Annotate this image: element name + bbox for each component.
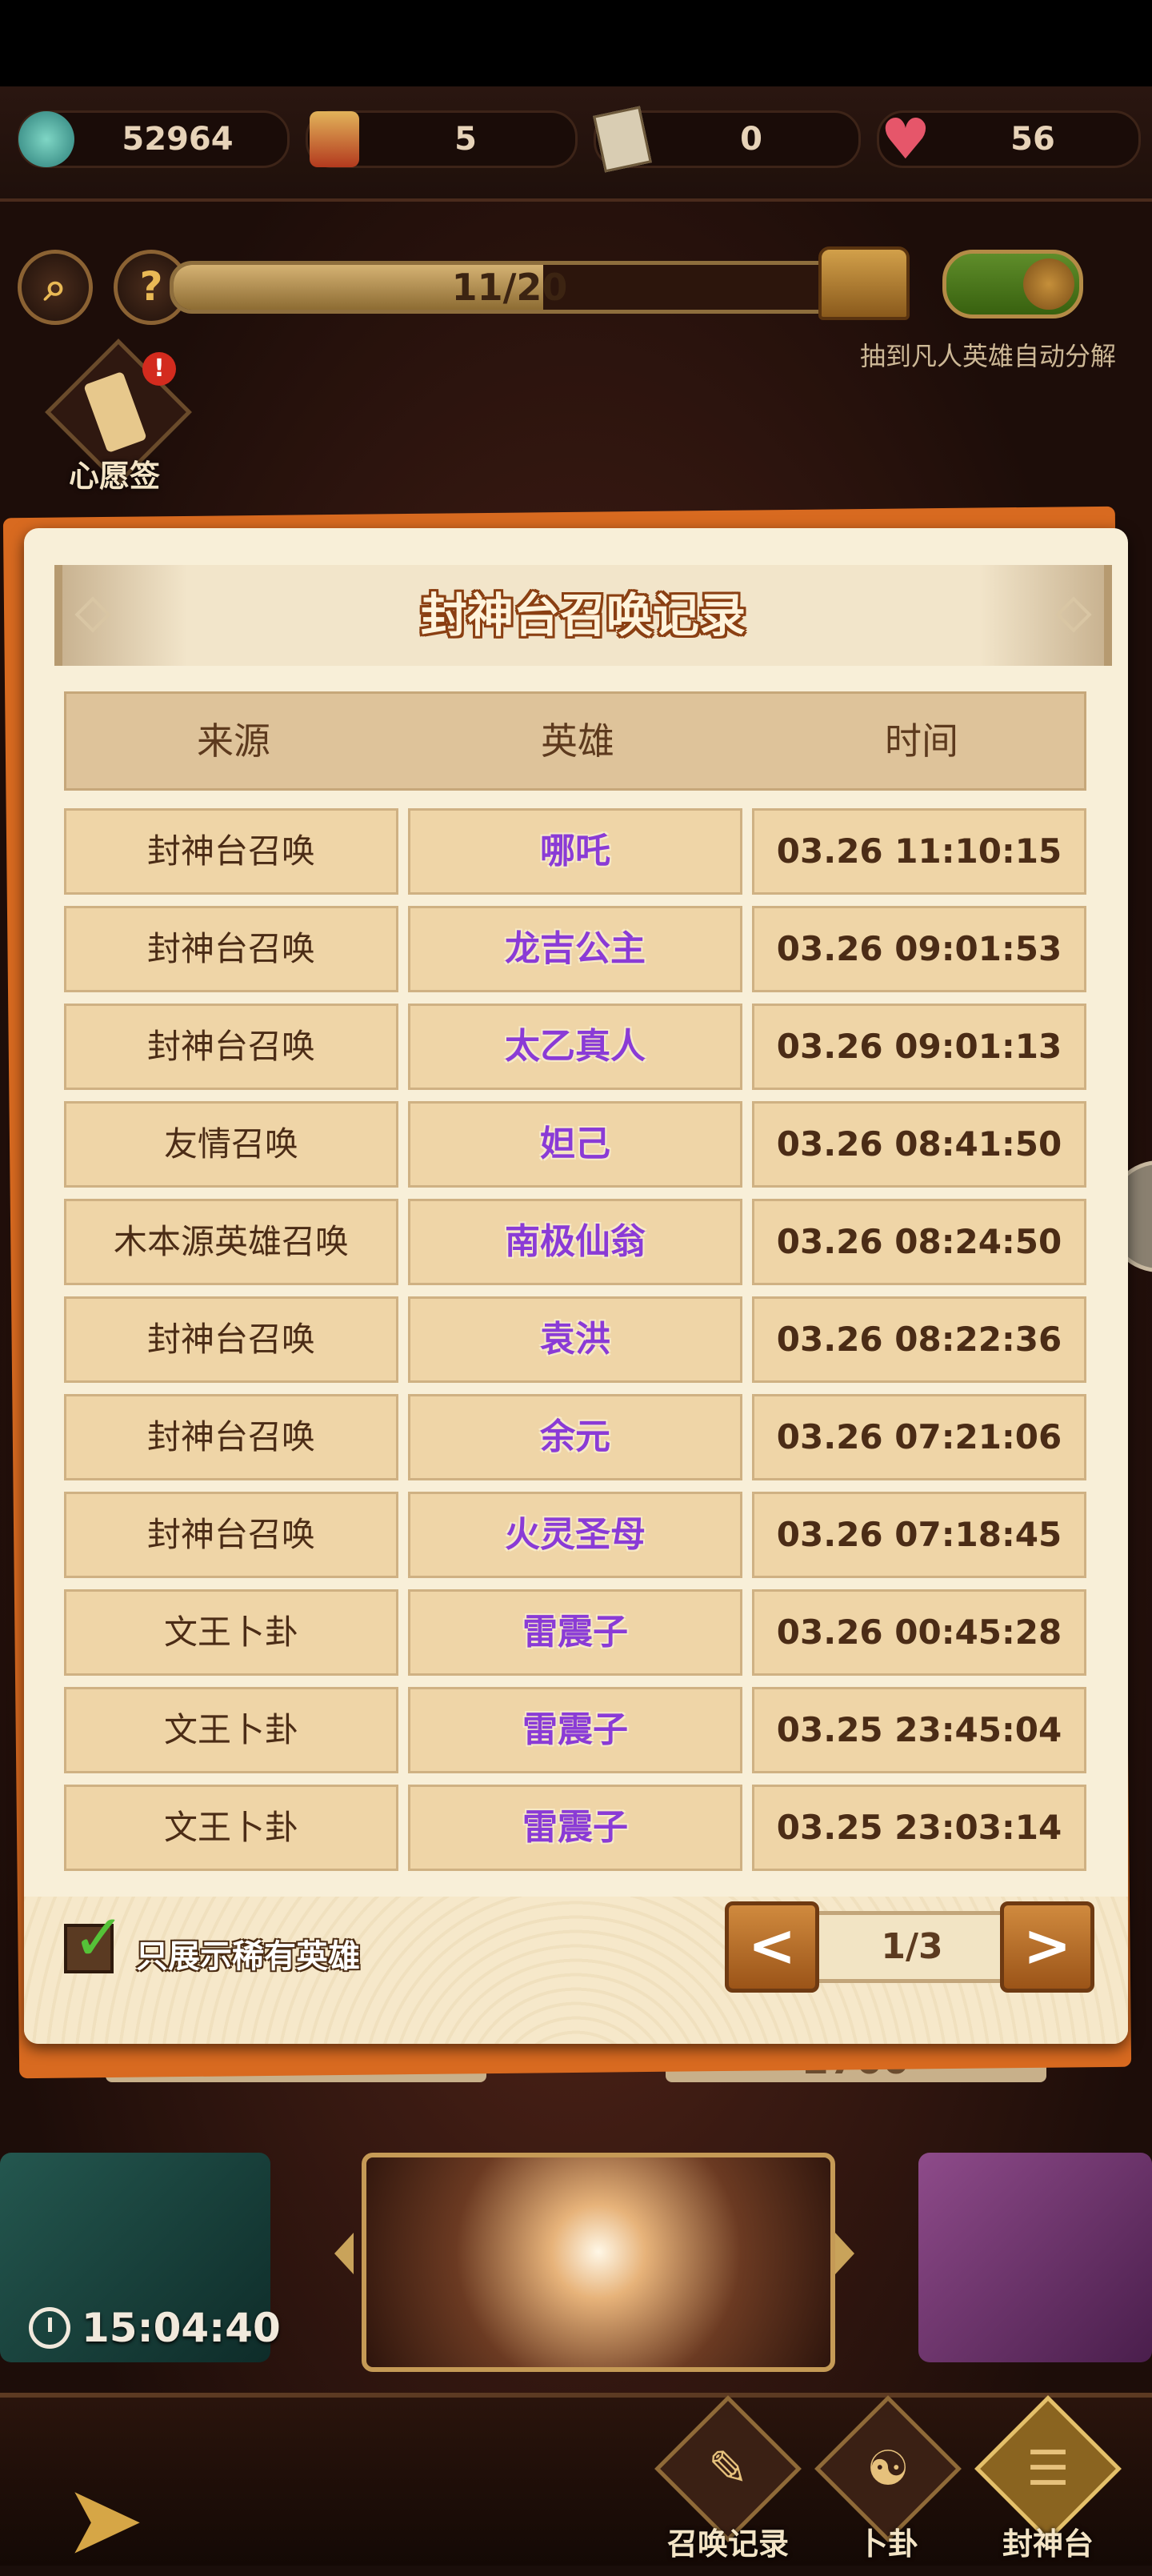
table-row: 木本源英雄召唤 南极仙翁 03.26 08:24:50: [64, 1199, 1088, 1285]
resource-scroll[interactable]: 0: [593, 106, 861, 173]
progress-label: 11/20: [451, 266, 568, 309]
page-indicator: 1/3: [800, 1911, 1024, 1983]
event-card-right[interactable]: [918, 2153, 1152, 2362]
table-row: 封神台召唤 袁洪 03.26 08:22:36: [64, 1296, 1088, 1383]
wish-button[interactable]: ! 心愿签: [38, 339, 192, 496]
clock-icon: [29, 2307, 70, 2349]
nav-divination[interactable]: ☯ 卜卦: [814, 2395, 962, 2562]
record-time: 03.26 09:01:53: [752, 906, 1086, 992]
table-row: 友情召唤 妲己 03.26 08:41:50: [64, 1101, 1088, 1188]
record-time: 03.26 07:18:45: [752, 1492, 1086, 1578]
checkmark-icon: ✓: [72, 1901, 126, 1975]
carousel-prev-icon[interactable]: [334, 2233, 354, 2274]
prev-page-button[interactable]: <: [725, 1901, 819, 1993]
record-hero[interactable]: 火灵圣母: [408, 1492, 742, 1578]
alert-badge: !: [142, 352, 176, 386]
record-source: 封神台召唤: [64, 906, 398, 992]
next-page-button[interactable]: >: [1000, 1901, 1094, 1993]
chest-reward-button[interactable]: [816, 240, 912, 320]
carousel-next-icon[interactable]: [835, 2233, 854, 2274]
table-row: 封神台召唤 余元 03.26 07:21:06: [64, 1394, 1088, 1480]
summon-portal-card[interactable]: [362, 2153, 835, 2372]
page-number: 1/3: [881, 1926, 943, 1967]
record-time: 03.26 08:24:50: [752, 1199, 1086, 1285]
event-timer-text: 15:04:40: [82, 2305, 281, 2351]
dialog-title-bar: 封神台召唤记录: [54, 565, 1112, 666]
resource-value: 0: [740, 121, 762, 158]
table-row: 封神台召唤 龙吉公主 03.26 09:01:53: [64, 906, 1088, 992]
auto-decompose-toggle[interactable]: [942, 250, 1083, 318]
table-row: 文王卜卦 雷震子 03.25 23:45:04: [64, 1687, 1088, 1773]
record-hero[interactable]: 妲己: [408, 1101, 742, 1188]
record-hero[interactable]: 雷震子: [408, 1687, 742, 1773]
back-arrow-icon[interactable]: ➤: [64, 2465, 145, 2576]
record-source: 封神台召唤: [64, 1004, 398, 1090]
resource-bar: 52964 5 0 ♥ 56: [0, 86, 1152, 202]
rare-only-label: 只展示稀有英雄: [136, 1938, 360, 1975]
column-header-hero: 英雄: [541, 719, 614, 763]
record-time: 03.26 09:01:13: [752, 1004, 1086, 1090]
record-hero[interactable]: 南极仙翁: [408, 1199, 742, 1285]
record-time: 03.26 08:22:36: [752, 1296, 1086, 1383]
record-hero[interactable]: 余元: [408, 1394, 742, 1480]
resource-value: 56: [1010, 121, 1055, 158]
record-source: 封神台召唤: [64, 1296, 398, 1383]
summon-progress-bar: 11/20: [170, 261, 850, 314]
record-time: 03.25 23:03:14: [752, 1785, 1086, 1871]
dialog-title: 封神台召唤记录: [420, 588, 746, 643]
column-header-source: 来源: [197, 719, 270, 763]
resource-heart[interactable]: ♥ 56: [877, 106, 1141, 172]
nav-label: 召唤记录: [666, 2526, 789, 2562]
table-row: 文王卜卦 雷震子 03.25 23:03:14: [64, 1785, 1088, 1871]
resource-value: 5: [454, 121, 477, 158]
record-source: 文王卜卦: [64, 1589, 398, 1676]
search-button[interactable]: ⌕: [18, 250, 93, 325]
nav-summon-record[interactable]: ✎ 召唤记录: [654, 2395, 802, 2562]
question-icon: ?: [139, 263, 163, 310]
record-hero[interactable]: 太乙真人: [408, 1004, 742, 1090]
record-source: 友情召唤: [64, 1101, 398, 1188]
resource-value: 52964: [122, 121, 234, 158]
record-source: 封神台召唤: [64, 808, 398, 895]
nav-label: 卜卦: [857, 2526, 918, 2562]
record-hero[interactable]: 龙吉公主: [408, 906, 742, 992]
record-time: 03.26 00:45:28: [752, 1589, 1086, 1676]
record-source: 木本源英雄召唤: [64, 1199, 398, 1285]
record-time: 03.26 07:21:06: [752, 1394, 1086, 1480]
record-hero[interactable]: 袁洪: [408, 1296, 742, 1383]
record-time: 03.26 08:41:50: [752, 1101, 1086, 1188]
record-time: 03.26 11:10:15: [752, 808, 1086, 895]
rare-only-checkbox[interactable]: ✓: [64, 1906, 126, 1973]
record-source: 文王卜卦: [64, 1687, 398, 1773]
table-row: 封神台召唤 哪吒 03.26 11:10:15: [64, 808, 1088, 895]
toggle-knob: [1023, 258, 1074, 310]
table-row: 封神台召唤 太乙真人 03.26 09:01:13: [64, 1004, 1088, 1090]
chest-icon: [818, 246, 910, 320]
resource-hero-token[interactable]: 5: [306, 110, 578, 168]
record-hero[interactable]: 雷震子: [408, 1589, 742, 1676]
column-header-time: 时间: [885, 719, 958, 763]
resource-jade[interactable]: 52964: [18, 110, 290, 168]
record-source: 封神台召唤: [64, 1492, 398, 1578]
auto-decompose-label: 抽到凡人英雄自动分解: [859, 341, 1116, 371]
nav-altar[interactable]: ☰ 封神台: [974, 2395, 1122, 2562]
table-header: 来源 英雄 时间: [64, 691, 1086, 791]
nav-label: 封神台: [1002, 2526, 1094, 2562]
record-hero[interactable]: 雷震子: [408, 1785, 742, 1871]
event-timer: 15:04:40: [29, 2305, 281, 2351]
record-source: 文王卜卦: [64, 1785, 398, 1871]
record-time: 03.25 23:45:04: [752, 1687, 1086, 1773]
table-row: 封神台召唤 火灵圣母 03.26 07:18:45: [64, 1492, 1088, 1578]
table-row: 文王卜卦 雷震子 03.26 00:45:28: [64, 1589, 1088, 1676]
wish-label: 心愿签: [68, 459, 160, 494]
record-hero[interactable]: 哪吒: [408, 808, 742, 895]
status-bar: [0, 0, 1152, 86]
record-source: 封神台召唤: [64, 1394, 398, 1480]
search-icon: ⌕: [44, 263, 66, 310]
